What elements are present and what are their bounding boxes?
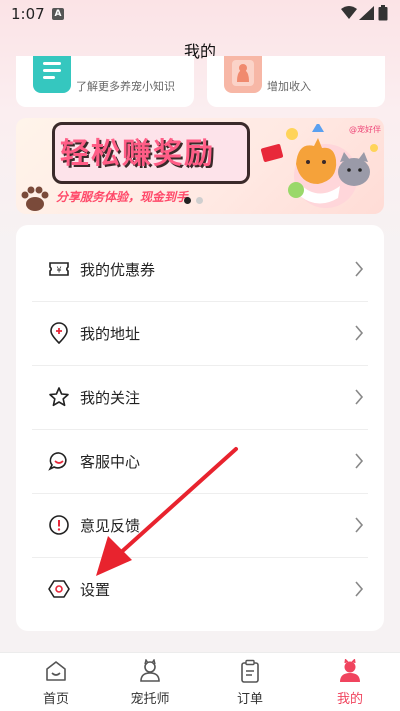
battery-icon xyxy=(378,5,388,21)
wifi-icon xyxy=(341,6,357,19)
tab-label: 我的 xyxy=(336,692,363,707)
tab-orders[interactable]: 订单 xyxy=(200,653,300,711)
knowledge-book-icon xyxy=(33,56,71,93)
pet-cat-icon xyxy=(224,56,262,93)
chat-support-icon xyxy=(48,452,67,471)
menu-item-label: 我的优惠券 xyxy=(80,261,156,279)
menu-item-feedback[interactable]: 意见反馈 xyxy=(32,493,368,558)
status-bar: 1:07 A xyxy=(0,0,400,28)
service-card-income[interactable]: 增加收入 xyxy=(207,56,385,107)
tab-profile[interactable]: 我的 xyxy=(300,653,400,711)
svg-text:¥: ¥ xyxy=(56,266,61,275)
menu-item-label: 意见反馈 xyxy=(80,517,141,535)
paw-icon xyxy=(21,186,49,211)
settings-hexagon-icon xyxy=(48,580,70,598)
tab-label: 首页 xyxy=(42,692,69,707)
banner-subtitle: 分享服务体验，现金到手 xyxy=(56,190,189,204)
feedback-exclamation-icon xyxy=(49,515,69,535)
signal-icon xyxy=(359,6,374,20)
order-clipboard-icon xyxy=(241,659,259,683)
bottom-tab-bar: 首页 宠托师 订单 我的 xyxy=(0,652,400,711)
tab-label: 宠托师 xyxy=(130,692,170,707)
tab-home[interactable]: 首页 xyxy=(6,653,106,711)
chevron-right-icon xyxy=(355,325,364,341)
chevron-right-icon xyxy=(355,261,364,277)
location-pin-icon xyxy=(50,322,68,344)
banner-pagination xyxy=(184,197,214,207)
pagination-dot-active[interactable] xyxy=(184,197,191,204)
menu-card: ¥ 我的优惠券 我的地址 我的关注 客服中心 意见反馈 设置 xyxy=(16,225,384,631)
chevron-right-icon xyxy=(355,517,364,533)
status-time: 1:07 xyxy=(11,5,45,23)
menu-item-customer-service[interactable]: 客服中心 xyxy=(32,429,368,494)
notification-badge: A xyxy=(52,8,64,20)
service-card-knowledge[interactable]: 了解更多养宠小知识 xyxy=(16,56,194,107)
menu-item-following[interactable]: 我的关注 xyxy=(32,365,368,430)
menu-item-coupons[interactable]: ¥ 我的优惠券 xyxy=(32,237,368,302)
service-card-subtitle: 了解更多养宠小知识 xyxy=(76,80,175,93)
menu-item-label: 我的地址 xyxy=(80,325,141,343)
pet-sitter-icon xyxy=(140,659,160,682)
menu-item-label: 设置 xyxy=(80,581,111,599)
tab-pet-sitter[interactable]: 宠托师 xyxy=(100,653,200,711)
home-icon xyxy=(46,661,66,681)
banner-title: 轻松赚奖励 xyxy=(60,136,216,170)
service-card-subtitle: 增加收入 xyxy=(267,80,311,93)
dog-cat-illustration-icon xyxy=(260,124,378,208)
chevron-right-icon xyxy=(355,389,364,405)
chevron-right-icon xyxy=(355,581,364,597)
menu-item-address[interactable]: 我的地址 xyxy=(32,301,368,366)
menu-item-settings[interactable]: 设置 xyxy=(32,557,368,621)
tab-label: 订单 xyxy=(236,692,263,707)
menu-item-label: 我的关注 xyxy=(80,389,141,407)
pagination-dot[interactable] xyxy=(196,197,203,204)
menu-item-label: 客服中心 xyxy=(80,453,141,471)
profile-icon xyxy=(340,659,360,682)
chevron-right-icon xyxy=(355,453,364,469)
star-icon xyxy=(49,387,69,407)
coupon-icon: ¥ xyxy=(49,262,69,276)
